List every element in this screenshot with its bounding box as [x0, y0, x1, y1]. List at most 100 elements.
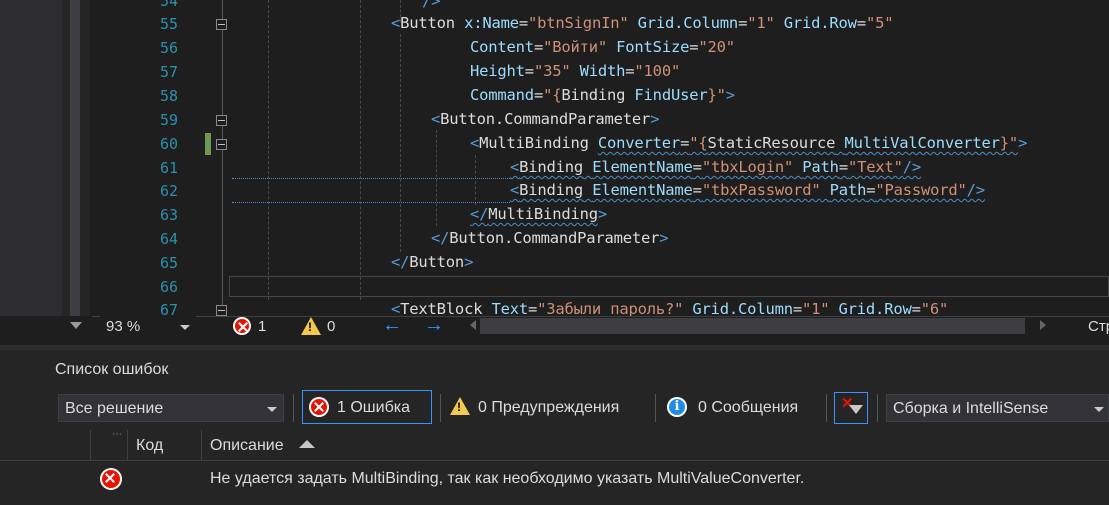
- warnings-filter-button[interactable]: ! 0 Предупреждения: [448, 392, 644, 424]
- code-line-58: Command="{Binding FindUser}">: [470, 86, 735, 104]
- arrow-left-icon[interactable]: ←: [382, 314, 402, 337]
- indent-guide: [475, 155, 476, 205]
- indent-guide: [400, 34, 401, 252]
- code-token: Binding: [519, 158, 584, 176]
- code-line-57: Height="35" Width="100": [470, 62, 681, 80]
- code-line-65: </Button>: [391, 253, 474, 271]
- squiggle-underline: [232, 202, 510, 203]
- line-number: 62: [159, 182, 178, 200]
- zoom-dropdown[interactable]: 93 %: [100, 316, 196, 338]
- line-number: 59: [159, 111, 178, 129]
- line-number: 54: [159, 0, 178, 10]
- scope-dropdown[interactable]: Все решение: [58, 394, 284, 422]
- line-number: 56: [159, 39, 178, 57]
- error-icon[interactable]: [233, 317, 251, 335]
- errors-filter-button[interactable]: 1 Ошибка: [302, 390, 432, 424]
- code-token: MultiBinding: [488, 205, 598, 223]
- error-count[interactable]: 1: [258, 318, 266, 335]
- indent-guide: [360, 0, 361, 300]
- warning-count[interactable]: 0: [327, 318, 335, 335]
- code-token: Content: [470, 38, 534, 56]
- code-line-63: </MultiBinding>: [470, 205, 607, 223]
- build-filter-dropdown[interactable]: Сборка и IntelliSense: [886, 394, 1109, 422]
- scrollbar-thumb[interactable]: [70, 0, 80, 316]
- code-token: MultiBinding: [479, 134, 589, 152]
- code-token: Path: [802, 158, 839, 176]
- line-number: 58: [159, 87, 178, 105]
- code-token: }": [707, 86, 726, 104]
- horizontal-scrollbar[interactable]: [480, 318, 1025, 334]
- code-token: "35": [533, 62, 571, 80]
- column-header-code[interactable]: Код: [136, 437, 163, 455]
- code-token: "Password": [875, 181, 967, 199]
- toolbar-separator: [440, 394, 441, 422]
- warning-bang: !: [457, 400, 461, 414]
- code-token: x:Name: [464, 14, 519, 32]
- panel-title: Список ошибок: [55, 361, 169, 378]
- code-line-62: <Binding ElementName="tbxPassword" Path=…: [510, 181, 985, 199]
- code-token: "Войти": [543, 38, 608, 56]
- code-token: "btnSignIn": [528, 14, 629, 32]
- line-number: 63: [159, 206, 178, 224]
- code-token: FontSize: [616, 38, 690, 56]
- messages-filter-label: 0 Сообщения: [698, 399, 799, 416]
- line-number: 65: [159, 254, 178, 272]
- errors-filter-label: 1 Ошибка: [337, 399, 410, 416]
- line-number: 60: [159, 135, 178, 153]
- hscroll-right-arrow-icon[interactable]: [1040, 320, 1046, 330]
- error-icon: [100, 468, 122, 490]
- info-icon: i: [667, 397, 687, 417]
- line-number: 66: [159, 278, 178, 296]
- line-number: 57: [159, 63, 178, 81]
- code-line-56: Content="Войти" FontSize="20": [470, 38, 735, 56]
- column-separator[interactable]: [90, 430, 91, 460]
- code-line-61: <Binding ElementName="tbxLogin" Path="Te…: [510, 158, 922, 176]
- code-token: Command: [470, 86, 534, 104]
- messages-filter-button[interactable]: i 0 Сообщения: [664, 392, 820, 424]
- scroll-down-arrow-icon[interactable]: [70, 322, 82, 329]
- code-token: Converter: [597, 134, 681, 152]
- column-chooser-icon[interactable]: ⋯: [112, 429, 123, 440]
- toolbar-separator: [877, 394, 878, 422]
- column-header-description[interactable]: Описание: [210, 437, 284, 455]
- indent-guide: [268, 0, 269, 300]
- code-token: "100": [634, 62, 681, 80]
- collapse-icon[interactable]: [216, 115, 227, 126]
- filter-button[interactable]: ✕: [834, 392, 868, 424]
- code-token: "Text": [847, 158, 903, 176]
- chevron-down-icon: [267, 407, 277, 412]
- status-line-label: Стр: [1088, 318, 1109, 335]
- code-token: "5": [865, 14, 894, 32]
- line-number: 55: [159, 15, 178, 33]
- sort-asc-icon: [299, 440, 315, 448]
- left-panel-strip: [0, 0, 62, 316]
- arrow-right-icon[interactable]: →: [424, 314, 444, 337]
- chevron-down-icon: [1094, 407, 1104, 412]
- column-separator[interactable]: [201, 430, 202, 460]
- collapse-icon[interactable]: [216, 139, 227, 150]
- error-grid-header: [0, 430, 1109, 461]
- collapse-icon[interactable]: [216, 305, 227, 316]
- code-token: Binding: [519, 181, 584, 199]
- code-token: Grid.Row: [783, 14, 857, 32]
- line-number: 64: [159, 230, 178, 248]
- current-line-highlight: [229, 276, 1109, 297]
- toolbar-separator: [826, 394, 827, 422]
- panel-splitter[interactable]: [0, 345, 1109, 350]
- code-token: "{: [543, 86, 562, 104]
- outline-margin-line: [222, 0, 223, 312]
- warnings-filter-label: 0 Предупреждения: [478, 399, 620, 416]
- code-token: ElementName: [592, 158, 693, 176]
- code-line-55: <Button x:Name="btnSignIn" Grid.Column="…: [391, 14, 894, 32]
- zoom-level: 93 %: [106, 318, 141, 335]
- code-token: Button: [409, 253, 465, 271]
- collapse-icon[interactable]: [216, 19, 227, 30]
- column-separator[interactable]: [127, 430, 128, 460]
- toolbar-separator: [655, 394, 656, 422]
- code-token: FindUser: [634, 86, 708, 104]
- code-line-60: <MultiBinding Converter="{StaticResource…: [470, 134, 1028, 152]
- hscroll-left-arrow-icon[interactable]: [470, 320, 476, 330]
- code-token: Binding: [561, 86, 626, 104]
- table-row[interactable]: Не удается задать MultiBinding, так как …: [0, 462, 1109, 496]
- chevron-down-icon: [180, 325, 190, 330]
